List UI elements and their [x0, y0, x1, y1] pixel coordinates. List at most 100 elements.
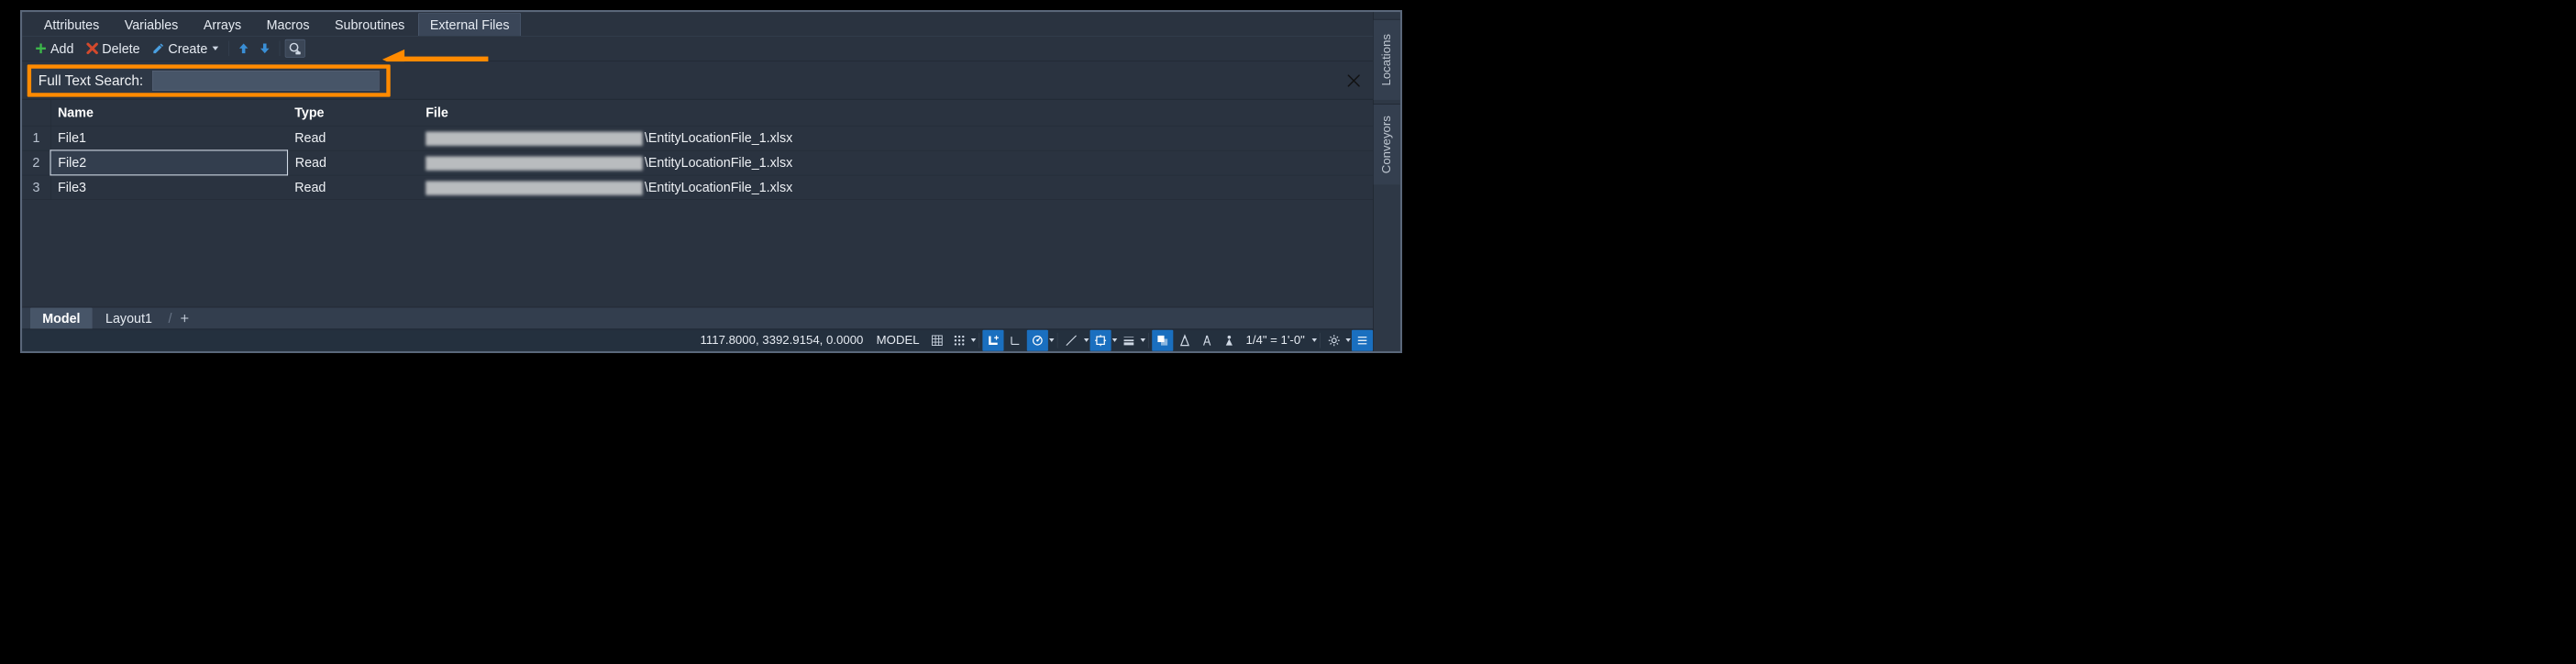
- file-suffix: \EntityLocationFile_1.xlsx: [645, 130, 792, 146]
- add-label: Add: [50, 40, 73, 56]
- tab-macros[interactable]: Macros: [255, 13, 321, 36]
- dropdown-caret-icon[interactable]: [1312, 338, 1318, 342]
- lineweight-toggle[interactable]: [1118, 329, 1139, 350]
- right-dock-tabs: Locations Conveyors: [1373, 12, 1400, 351]
- panel-tabs: Attributes Variables Arrays Macros Subro…: [22, 12, 1373, 36]
- tab-variables[interactable]: Variables: [113, 13, 190, 36]
- file-suffix: \EntityLocationFile_1.xlsx: [645, 155, 792, 171]
- row-number: 1: [22, 126, 50, 150]
- create-label: Create: [168, 40, 207, 56]
- coordinates-readout: 1117.8000, 3392.9154, 0.0000: [694, 333, 869, 347]
- delete-label: Delete: [102, 40, 139, 56]
- polar-tracking-toggle[interactable]: [1027, 329, 1048, 350]
- search-person-icon: [289, 42, 302, 55]
- create-dropdown[interactable]: Create: [147, 39, 224, 58]
- cell-file[interactable]: \EntityLocationFile_1.xlsx: [419, 175, 1374, 200]
- dots-grid-icon: [953, 334, 966, 347]
- snap-mode-toggle[interactable]: [949, 329, 970, 350]
- arrow-down-icon: [259, 42, 271, 55]
- toolbar-separator: [280, 41, 281, 57]
- sheet-tab-layout1[interactable]: Layout1: [94, 307, 164, 329]
- cell-type[interactable]: Read: [288, 126, 419, 150]
- dropdown-caret-icon[interactable]: [1049, 338, 1055, 342]
- cell-name[interactable]: File2: [50, 150, 288, 175]
- file-suffix: \EntityLocationFile_1.xlsx: [645, 180, 792, 195]
- search-highlight-frame: Full Text Search:: [28, 64, 391, 96]
- layout-tabs: Model Layout1 /: [22, 306, 1373, 328]
- move-down-button[interactable]: [256, 39, 275, 57]
- dropdown-caret-icon[interactable]: [1345, 338, 1351, 342]
- isoplane-toggle[interactable]: [1061, 329, 1082, 350]
- ortho-toggle[interactable]: [1005, 329, 1026, 350]
- cell-name[interactable]: File1: [50, 126, 288, 150]
- compass-a-icon: [1178, 334, 1191, 347]
- search-toggle-button[interactable]: [285, 39, 305, 58]
- polar-icon: [1031, 334, 1044, 347]
- side-tab-conveyors[interactable]: Conveyors: [1374, 104, 1400, 184]
- delete-button[interactable]: Delete: [81, 39, 145, 58]
- cell-type[interactable]: Read: [288, 175, 419, 200]
- gear-icon: [1328, 334, 1341, 347]
- header-file[interactable]: File: [419, 100, 1374, 126]
- cell-file[interactable]: \EntityLocationFile_1.xlsx: [419, 126, 1374, 150]
- tab-attributes[interactable]: Attributes: [32, 13, 111, 36]
- search-input[interactable]: [152, 71, 379, 91]
- redacted-path: [426, 132, 643, 146]
- side-tab-locations[interactable]: Locations: [1374, 19, 1400, 100]
- grid-icon: [931, 334, 944, 347]
- header-type[interactable]: Type: [288, 100, 419, 126]
- tab-external-files[interactable]: External Files: [418, 13, 521, 36]
- dropdown-caret-icon[interactable]: [1141, 338, 1146, 342]
- object-snap-toggle[interactable]: [1090, 329, 1111, 350]
- toolbar-separator: [228, 41, 229, 57]
- space-mode[interactable]: MODEL: [870, 333, 925, 347]
- dropdown-caret-icon[interactable]: [1084, 338, 1089, 342]
- infer-constraints-toggle[interactable]: [982, 329, 1003, 350]
- grid-toggle[interactable]: [926, 329, 947, 350]
- cell-file[interactable]: \EntityLocationFile_1.xlsx: [419, 150, 1374, 175]
- selection-cycling-toggle[interactable]: [1174, 329, 1195, 350]
- square-cursor-icon: [1094, 334, 1107, 347]
- dropdown-caret-icon[interactable]: [1112, 338, 1118, 342]
- customize-button[interactable]: [1352, 329, 1373, 350]
- x-icon: [86, 42, 99, 55]
- annotation-scale-button[interactable]: [1219, 329, 1240, 350]
- menu-lines-icon: [1355, 334, 1368, 347]
- move-up-button[interactable]: [234, 39, 253, 57]
- search-bar: Full Text Search:: [22, 61, 1373, 100]
- person-icon: [1222, 334, 1235, 347]
- arrow-up-icon: [238, 42, 250, 55]
- search-label: Full Text Search:: [39, 72, 143, 89]
- transparency-toggle[interactable]: [1152, 329, 1173, 350]
- pencil-icon: [152, 42, 165, 55]
- tab-subroutines[interactable]: Subroutines: [323, 13, 416, 36]
- right-angle-icon: [1009, 334, 1022, 347]
- dropdown-caret-icon[interactable]: [971, 338, 977, 342]
- cell-name[interactable]: File3: [50, 175, 288, 200]
- dropdown-caret-icon: [213, 47, 219, 50]
- header-name[interactable]: Name: [50, 100, 288, 126]
- transparency-icon: [1156, 334, 1169, 347]
- table-row[interactable]: 2 File2 Read \EntityLocationFile_1.xlsx: [22, 150, 1373, 175]
- sheet-separator: /: [165, 311, 175, 326]
- table-row[interactable]: 1 File1 Read \EntityLocationFile_1.xlsx: [22, 126, 1373, 150]
- add-layout-button[interactable]: [176, 310, 193, 327]
- add-button[interactable]: Add: [29, 39, 79, 58]
- row-number: 2: [22, 150, 50, 175]
- close-search-button[interactable]: [1345, 72, 1362, 89]
- corner-plus-icon: [987, 334, 1000, 347]
- external-files-table: Name Type File 1 File1 Read \EntityLocat…: [22, 100, 1373, 307]
- status-bar: 1117.8000, 3392.9154, 0.0000 MODEL: [22, 329, 1373, 351]
- redacted-path: [426, 181, 643, 194]
- sheet-tab-model[interactable]: Model: [30, 307, 93, 329]
- zoom-scale-readout[interactable]: 1/4" = 1'-0": [1241, 333, 1310, 347]
- annotation-monitor-toggle[interactable]: [1197, 329, 1218, 350]
- settings-button[interactable]: [1323, 329, 1344, 350]
- cell-type[interactable]: Read: [288, 150, 419, 175]
- redacted-path: [426, 157, 643, 171]
- lineweight-icon: [1122, 334, 1135, 347]
- header-rownum: [22, 100, 50, 126]
- tab-arrays[interactable]: Arrays: [192, 13, 253, 36]
- angle-line-icon: [1065, 334, 1078, 347]
- table-row[interactable]: 3 File3 Read \EntityLocationFile_1.xlsx: [22, 175, 1373, 200]
